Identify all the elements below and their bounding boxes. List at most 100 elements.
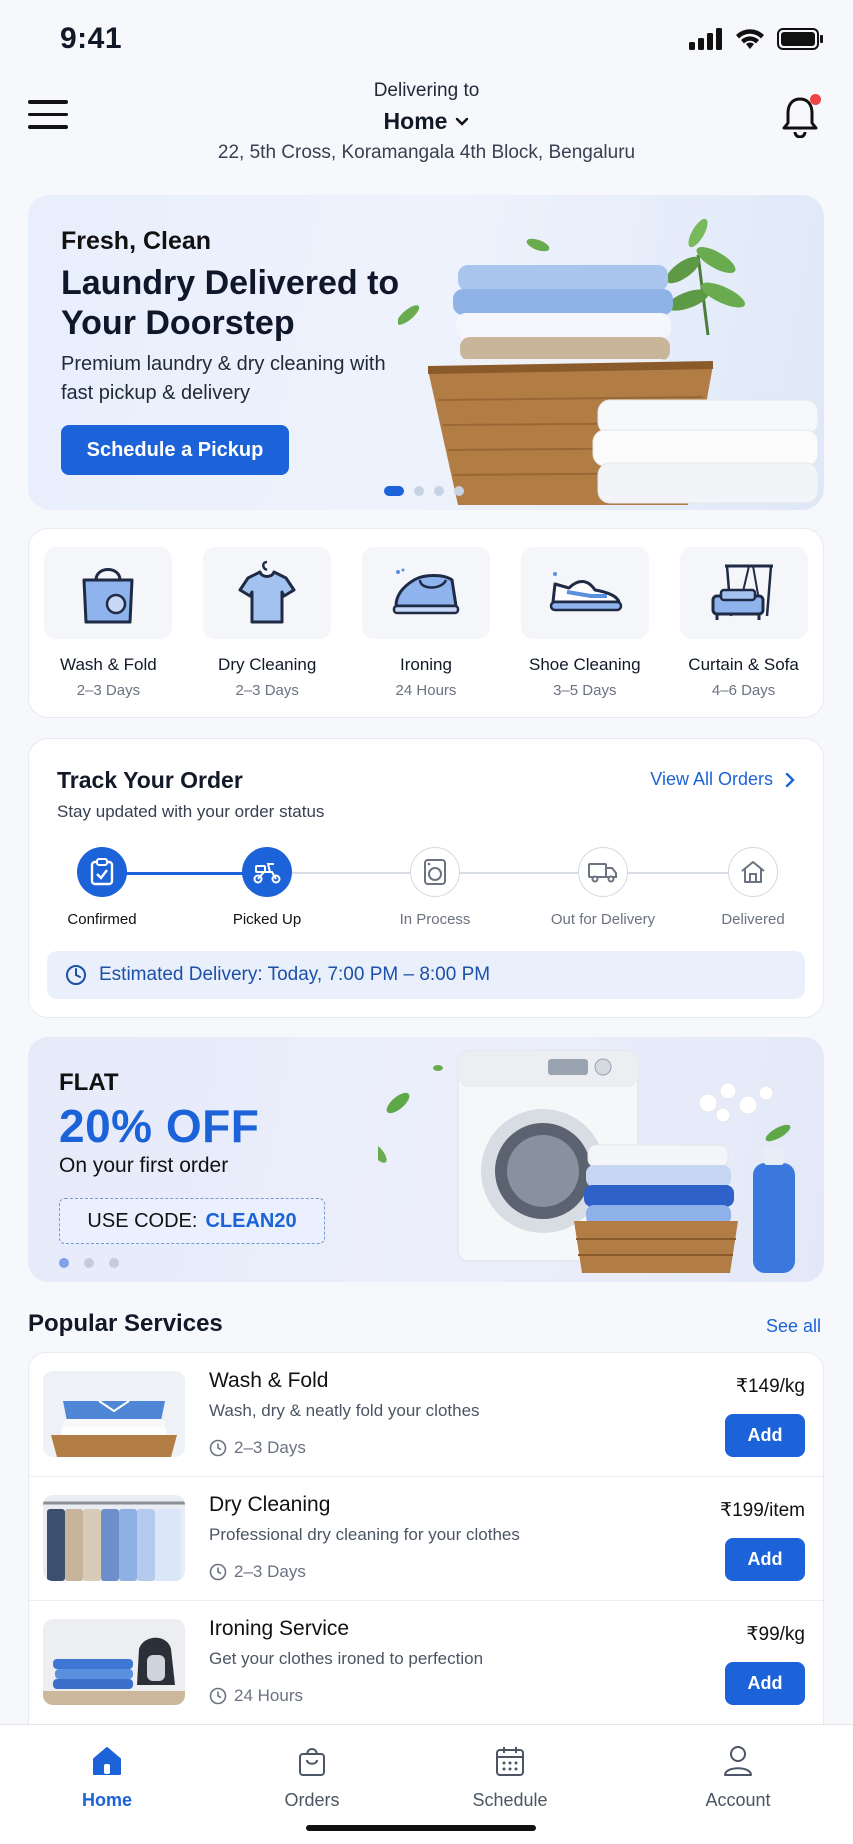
battery-icon <box>777 28 823 50</box>
carousel-dot[interactable] <box>109 1258 119 1268</box>
scooter-icon <box>253 863 281 884</box>
tshirt-hanger-icon <box>238 560 296 624</box>
clock-icon <box>209 1687 227 1705</box>
schedule-pickup-button[interactable]: Schedule a Pickup <box>61 425 289 475</box>
sneaker-icon <box>549 572 623 612</box>
category-duration: 3–5 Days <box>553 682 617 699</box>
service-price: ₹99/kg <box>746 1624 805 1645</box>
status-time: 9:41 <box>60 22 123 55</box>
carousel-dot[interactable] <box>59 1258 69 1268</box>
add-button[interactable]: Add <box>725 1414 805 1457</box>
category-name: Curtain & Sofa <box>688 655 799 674</box>
delivering-to-label: Delivering to <box>373 80 480 101</box>
laundry-basket-illustration <box>398 218 818 505</box>
category-name: Shoe Cleaning <box>529 655 641 674</box>
nav-home[interactable]: Home <box>37 1745 177 1811</box>
service-duration: 2–3 Days <box>209 1438 306 1458</box>
view-all-orders-link[interactable]: View All Orders <box>650 769 795 790</box>
service-name: Dry Cleaning <box>209 1493 331 1516</box>
hero-subtitle: Fresh, Clean <box>61 227 212 255</box>
home-indicator <box>306 1825 536 1831</box>
notification-badge <box>810 94 821 105</box>
add-button[interactable]: Add <box>725 1538 805 1581</box>
step-out-for-delivery: Out for Delivery <box>533 847 673 928</box>
service-duration-text: 24 Hours <box>234 1686 303 1705</box>
hero-title: Laundry Delivered to Your Doorstep <box>61 264 400 342</box>
promo-code-value: CLEAN20 <box>205 1209 297 1232</box>
service-item-ironing[interactable]: Ironing Service Get your clothes ironed … <box>29 1601 823 1725</box>
clipboard-check-icon <box>90 858 114 886</box>
carousel-dot[interactable] <box>434 486 444 496</box>
category-wash-fold[interactable]: Wash & Fold 2–3 Days <box>38 547 178 717</box>
chevron-down-icon <box>456 117 469 126</box>
promo-banner[interactable]: FLAT 20% OFF On your first order USE COD… <box>28 1037 824 1282</box>
category-name: Wash & Fold <box>60 655 157 674</box>
track-order-card: Track Your Order Stay updated with your … <box>28 738 824 1018</box>
nav-schedule[interactable]: Schedule <box>440 1745 580 1811</box>
carousel-dot[interactable] <box>84 1258 94 1268</box>
service-description: Wash, dry & neatly fold your clothes <box>209 1401 480 1420</box>
promo-discount: 20% OFF <box>59 1100 260 1152</box>
category-dry-cleaning[interactable]: Dry Cleaning 2–3 Days <box>197 547 337 717</box>
nav-label: Orders <box>284 1790 340 1810</box>
step-confirmed: Confirmed <box>32 847 172 928</box>
iron-icon <box>392 568 460 615</box>
nav-label: Home <box>81 1790 132 1810</box>
category-duration: 24 Hours <box>395 682 457 699</box>
location-selector[interactable]: Home <box>384 108 470 135</box>
nav-orders[interactable]: Orders <box>242 1745 382 1811</box>
popular-services-title: Popular Services <box>28 1310 223 1337</box>
service-item-dry-cleaning[interactable]: Dry Cleaning Professional dry cleaning f… <box>29 1477 823 1601</box>
nav-label: Account <box>705 1790 771 1810</box>
track-title: Track Your Order <box>57 767 243 793</box>
hero-description: Premium laundry & dry cleaning with fast… <box>61 353 386 404</box>
sofa-curtain-icon <box>711 564 773 620</box>
calendar-icon <box>496 1747 524 1776</box>
hero-banner[interactable]: Fresh, Clean Laundry Delivered to Your D… <box>28 195 824 510</box>
step-in-process: In Process <box>365 847 505 928</box>
service-item-wash-fold[interactable]: Wash & Fold Wash, dry & neatly fold your… <box>29 1353 823 1477</box>
promo-code-box[interactable]: USE CODE: CLEAN20 <box>59 1198 325 1244</box>
delivery-location: Delivering to Home 22, 5th Cross, Korama… <box>0 80 853 164</box>
shopping-bag-icon <box>82 568 134 624</box>
category-shoe-cleaning[interactable]: Shoe Cleaning 3–5 Days <box>515 547 655 717</box>
carousel-dot[interactable] <box>384 486 404 496</box>
location-name: Home <box>383 108 448 134</box>
nav-label: Schedule <box>472 1790 548 1810</box>
service-duration: 24 Hours <box>209 1686 303 1706</box>
service-image <box>43 1619 185 1705</box>
category-ironing[interactable]: Ironing 24 Hours <box>356 547 496 717</box>
add-button[interactable]: Add <box>725 1662 805 1705</box>
view-all-orders-label: View All Orders <box>650 769 773 789</box>
promo-flat: FLAT <box>59 1069 119 1096</box>
step-label: Confirmed <box>67 911 137 928</box>
delivery-address: 22, 5th Cross, Koramangala 4th Block, Be… <box>217 142 636 163</box>
truck-icon <box>588 863 617 883</box>
promo-carousel-dots[interactable] <box>59 1258 119 1268</box>
notification-bell-icon[interactable] <box>781 94 821 139</box>
clock-icon <box>209 1563 227 1581</box>
promo-description: On your first order <box>59 1154 229 1177</box>
category-curtain-sofa[interactable]: Curtain & Sofa 4–6 Days <box>674 547 814 717</box>
nav-account[interactable]: Account <box>668 1745 808 1811</box>
clock-icon <box>209 1439 227 1457</box>
category-name: Ironing <box>399 655 452 674</box>
washing-machine-illustration <box>378 1050 795 1273</box>
signal-icon <box>689 28 722 50</box>
home-icon <box>93 1747 121 1775</box>
step-label: In Process <box>399 911 471 928</box>
service-duration-text: 2–3 Days <box>234 1562 306 1581</box>
wifi-icon <box>736 29 764 49</box>
eta-text: Estimated Delivery: Today, 7:00 PM – 8:0… <box>99 964 491 985</box>
see-all-link[interactable]: See all <box>766 1316 821 1337</box>
service-name: Wash & Fold <box>209 1369 329 1392</box>
service-description: Get your clothes ironed to perfection <box>209 1649 484 1668</box>
service-duration: 2–3 Days <box>209 1562 306 1582</box>
carousel-dot[interactable] <box>414 486 424 496</box>
step-label: Out for Delivery <box>550 911 656 928</box>
service-categories: Wash & Fold 2–3 Days Dry Cleaning 2–3 Da… <box>28 528 824 718</box>
carousel-dot[interactable] <box>454 486 464 496</box>
service-name: Ironing Service <box>209 1617 350 1640</box>
chevron-right-icon <box>785 772 795 787</box>
hero-carousel-dots[interactable] <box>384 486 464 496</box>
